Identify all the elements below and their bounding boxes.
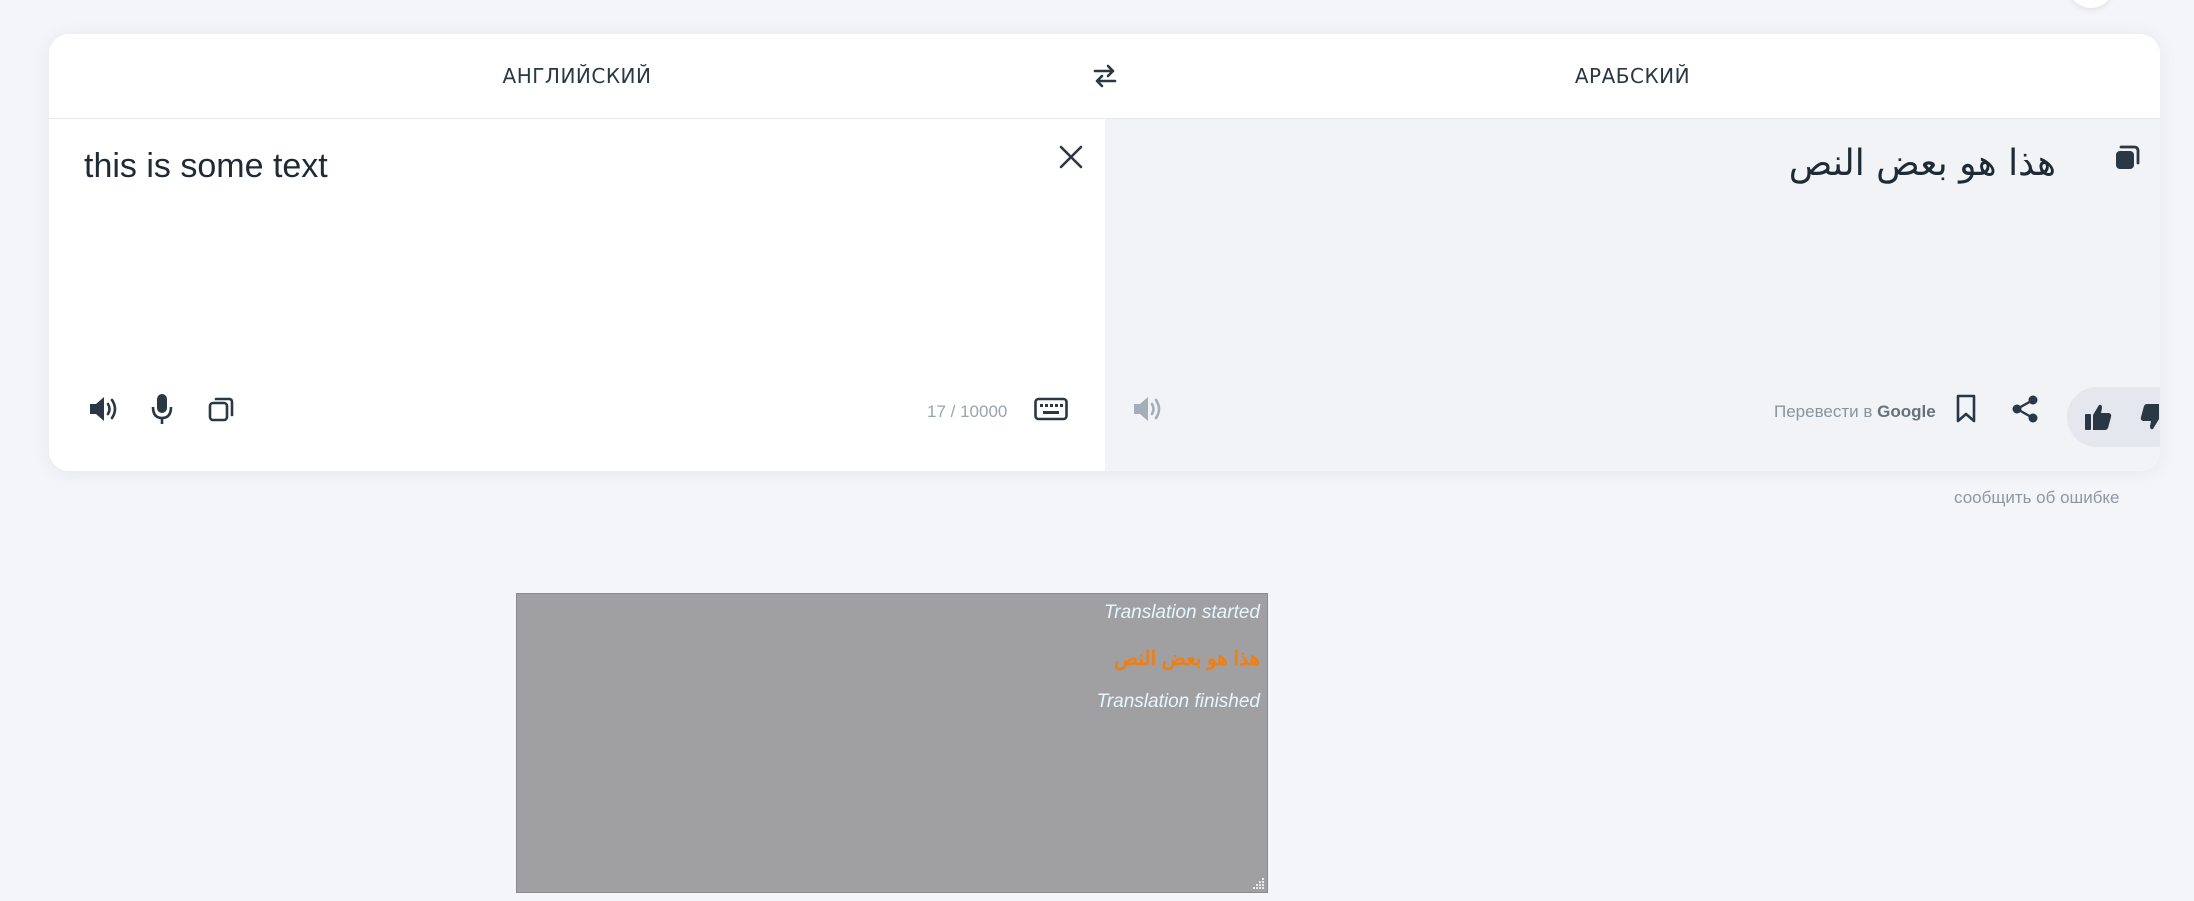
virtual-keyboard-button[interactable] [1031,389,1071,429]
bookmark-icon [1956,394,1976,423]
log-line-finished: Translation finished [1096,691,1260,712]
share-button[interactable] [2005,389,2045,429]
language-bar: АНГЛИЙСКИЙ АРАБСКИЙ [49,34,2160,119]
dislike-button[interactable] [2134,397,2160,437]
speaker-icon [90,397,117,421]
translation-output: هذا هو بعض النص [1788,143,2056,184]
copy-icon [208,397,234,422]
resize-grip-icon[interactable] [1251,876,1265,890]
target-speak-button[interactable] [1128,389,1168,429]
keyboard-icon [1034,397,1068,421]
thumbs-down-icon [2140,404,2159,430]
report-error-link[interactable]: сообщить об ошибке [1954,488,2120,508]
translate-in-google-link[interactable]: Перевести в Google [1774,402,1936,422]
voice-input-button[interactable] [142,389,182,429]
google-link-prefix: Перевести в [1774,402,1873,421]
target-pane: هذا هو بعض النص Перевести в Google [1105,119,2160,471]
google-brand: Google [1877,402,1936,421]
target-language-selector[interactable]: АРАБСКИЙ [1105,34,2160,118]
bookmark-button[interactable] [1946,389,1986,429]
speaker-icon [1134,397,1161,421]
microphone-icon [151,394,173,424]
source-speak-button[interactable] [84,389,124,429]
like-button[interactable] [2078,397,2118,437]
source-pane: this is some text 17 / 10000 [49,119,1105,471]
translator-card: АНГЛИЙСКИЙ АРАБСКИЙ this is some text 17… [49,34,2160,471]
clear-button[interactable] [1051,137,1091,177]
source-copy-button[interactable] [201,389,241,429]
source-language-selector[interactable]: АНГЛИЙСКИЙ [49,34,1105,118]
thumbs-up-icon [2085,404,2112,430]
share-icon [2012,395,2038,423]
log-line-started: Translation started [1104,602,1260,623]
profile-button[interactable] [2068,0,2114,8]
translation-log-panel: Translation started هذا هو بعض النص Tran… [516,593,1268,893]
log-line-result: هذا هو بعض النص [1113,648,1260,670]
source-text-input[interactable]: this is some text [84,147,328,186]
close-icon [1059,145,1083,169]
character-counter: 17 / 10000 [927,402,1008,421]
target-copy-button[interactable] [2107,137,2147,177]
copy-icon [2116,145,2140,169]
